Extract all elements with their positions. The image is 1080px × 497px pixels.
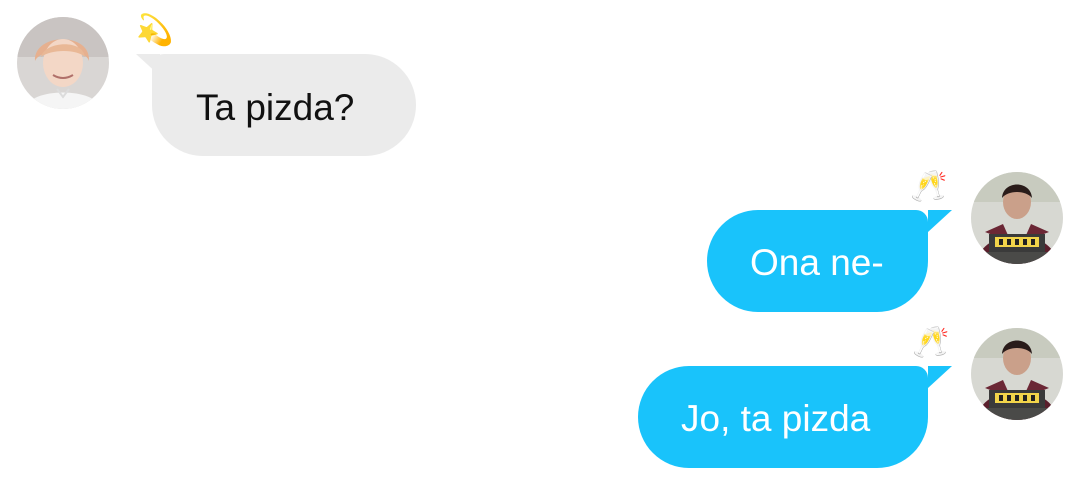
message-text: Ona ne- (750, 242, 884, 283)
avatar-photo (17, 17, 109, 109)
reaction-emoji: 💫 (136, 14, 174, 47)
reaction-emoji: 🥂 (912, 326, 950, 359)
sender-avatar[interactable] (17, 17, 109, 109)
avatar-photo (971, 172, 1063, 264)
message-bubble-outgoing[interactable]: Ona ne- (707, 210, 928, 312)
bubble-tail (928, 210, 952, 232)
message-bubble-outgoing[interactable]: Jo, ta pizda (638, 366, 928, 468)
own-avatar[interactable] (971, 328, 1063, 420)
message-bubble-incoming[interactable]: Ta pizda? (152, 54, 416, 156)
avatar-photo (971, 328, 1063, 420)
message-text: Ta pizda? (196, 87, 355, 128)
own-avatar[interactable] (971, 172, 1063, 264)
bubble-tail (928, 366, 952, 388)
reaction-emoji: 🥂 (910, 170, 948, 203)
message-text: Jo, ta pizda (681, 398, 871, 439)
